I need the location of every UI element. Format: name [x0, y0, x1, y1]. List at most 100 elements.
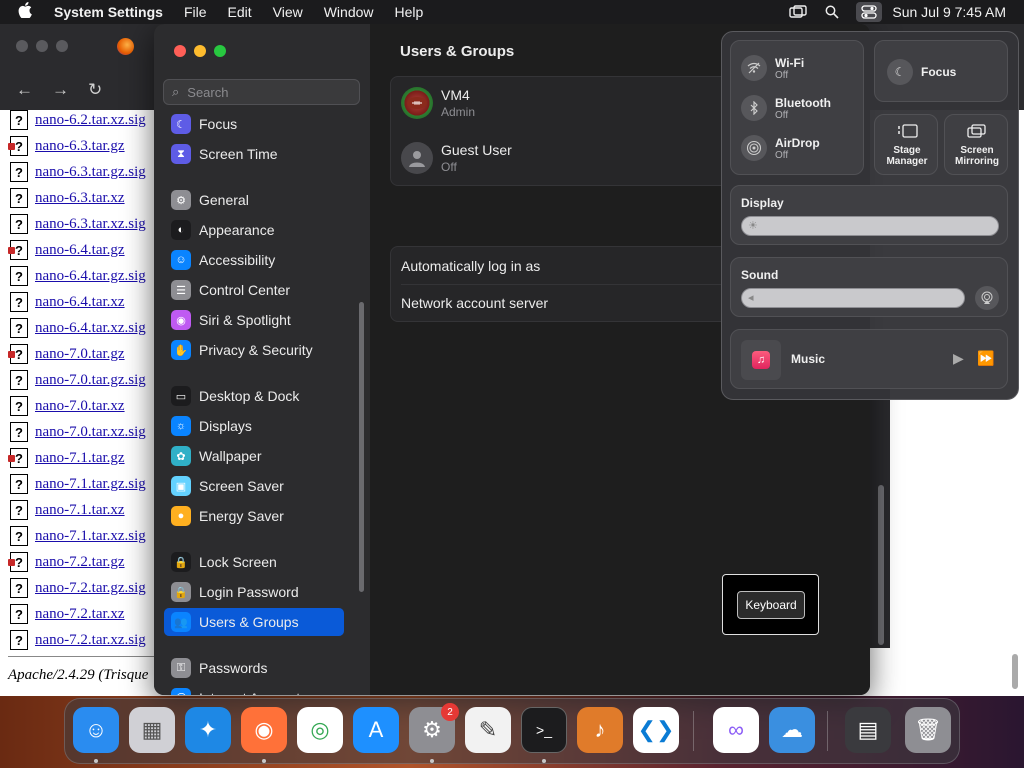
- music-app-icon[interactable]: ♫: [741, 340, 781, 380]
- file-link[interactable]: nano-6.3.tar.xz: [35, 190, 125, 207]
- background-window-scrollbar[interactable]: [878, 485, 884, 645]
- file-link[interactable]: nano-7.2.tar.gz: [35, 554, 125, 571]
- file-link[interactable]: nano-7.1.tar.xz: [35, 502, 125, 519]
- menu-edit[interactable]: Edit: [228, 4, 252, 20]
- window-minimize-button[interactable]: [194, 45, 206, 57]
- sidebar-item-energy-saver[interactable]: ● Energy Saver: [164, 502, 344, 530]
- finder-icon[interactable]: ☺: [73, 707, 119, 753]
- user-row-vm4[interactable]: VM4 Admin: [401, 87, 475, 119]
- screen-mirroring-menu-icon[interactable]: [788, 4, 808, 20]
- chrome-icon[interactable]: ◎: [297, 707, 343, 753]
- window-zoom-button[interactable]: [214, 45, 226, 57]
- browser-minimize-button[interactable]: [36, 40, 48, 52]
- sidebar-item-users-groups[interactable]: 👥 Users & Groups: [164, 608, 344, 636]
- visual-studio-icon[interactable]: ∞: [713, 707, 759, 753]
- bluetooth-toggle[interactable]: Bluetooth Off: [741, 95, 831, 121]
- sidebar-item-passwords[interactable]: ⚿ Passwords: [164, 654, 344, 682]
- file-link[interactable]: nano-6.4.tar.gz: [35, 242, 125, 259]
- sidebar-item-desktop-dock[interactable]: ▭ Desktop & Dock: [164, 382, 344, 410]
- browser-close-button[interactable]: [16, 40, 28, 52]
- control-center-menu-icon[interactable]: [856, 2, 883, 22]
- focus-toggle[interactable]: ☾ Focus: [874, 40, 1008, 102]
- sidebar-item-wallpaper[interactable]: ✿ Wallpaper: [164, 442, 344, 470]
- display-brightness-slider[interactable]: ☀: [741, 216, 999, 236]
- file-link[interactable]: nano-7.2.tar.xz: [35, 606, 125, 623]
- network-account-server-row[interactable]: Network account server: [401, 295, 548, 311]
- stage-manager-button[interactable]: Stage Manager: [874, 114, 938, 175]
- sidebar-item-accessibility[interactable]: ☺ Accessibility: [164, 246, 344, 274]
- system-settings-icon[interactable]: ⚙ 2: [409, 703, 459, 753]
- airdrop-toggle[interactable]: AirDrop Off: [741, 135, 820, 161]
- auto-login-row[interactable]: Automatically log in as: [401, 258, 540, 274]
- textedit-icon[interactable]: ✎: [465, 707, 511, 753]
- file-link[interactable]: nano-7.1.tar.gz.sig: [35, 476, 146, 493]
- file-link[interactable]: nano-6.4.tar.gz.sig: [35, 268, 146, 285]
- sidebar-item-label: Displays: [199, 418, 252, 434]
- file-link[interactable]: nano-6.3.tar.gz: [35, 138, 125, 155]
- sidebar-item-siri-spotlight[interactable]: ◉ Siri & Spotlight: [164, 306, 344, 334]
- menu-app-name[interactable]: System Settings: [54, 4, 163, 20]
- browser-scrollbar[interactable]: [1012, 654, 1018, 689]
- trash-icon[interactable]: 🗑: [905, 707, 951, 753]
- sidebar-item-screen-saver[interactable]: ▣ Screen Saver: [164, 472, 344, 500]
- menu-view[interactable]: View: [273, 4, 303, 20]
- wifi-toggle[interactable]: Wi-Fi Off: [741, 55, 804, 81]
- user-row-guest[interactable]: Guest User Off: [401, 142, 512, 174]
- vscode-icon[interactable]: ❮❯: [633, 707, 679, 753]
- sidebar-item-internet-accounts[interactable]: @ Internet Accounts: [164, 684, 344, 695]
- terminal-icon[interactable]: >_: [521, 707, 567, 753]
- menu-clock[interactable]: Sun Jul 9 7:45 AM: [892, 4, 1006, 20]
- file-link[interactable]: nano-7.0.tar.xz.sig: [35, 424, 146, 441]
- garageband-icon[interactable]: ♪: [577, 707, 623, 753]
- forward-arrow-icon[interactable]: →: [52, 80, 69, 100]
- sidebar-item-control-center[interactable]: ☰ Control Center: [164, 276, 344, 304]
- fast-forward-icon[interactable]: ⏩: [977, 350, 994, 367]
- file-link[interactable]: nano-7.1.tar.gz: [35, 450, 125, 467]
- file-link[interactable]: nano-6.4.tar.xz: [35, 294, 125, 311]
- browser-zoom-button[interactable]: [56, 40, 68, 52]
- screen-mirroring-button[interactable]: Screen Mirroring: [944, 114, 1008, 175]
- firefox-icon[interactable]: ◉: [241, 707, 287, 753]
- file-link[interactable]: nano-7.1.tar.xz.sig: [35, 528, 146, 545]
- keyboard-button[interactable]: Keyboard: [737, 591, 805, 619]
- file-link[interactable]: nano-7.2.tar.gz.sig: [35, 580, 146, 597]
- file-link[interactable]: nano-6.4.tar.xz.sig: [35, 320, 146, 337]
- sidebar-item-screen-time[interactable]: ⧗ Screen Time: [164, 140, 344, 168]
- spotlight-search-icon[interactable]: [822, 4, 842, 20]
- lock-icon: 🔒: [171, 552, 191, 572]
- window-close-button[interactable]: [174, 45, 186, 57]
- back-arrow-icon[interactable]: ←: [16, 80, 33, 100]
- downloads-stack-icon[interactable]: ▤: [845, 707, 891, 753]
- sidebar-item-displays[interactable]: ☼ Displays: [164, 412, 344, 440]
- app-store-icon[interactable]: A: [353, 707, 399, 753]
- file-link[interactable]: nano-6.3.tar.xz.sig: [35, 216, 146, 233]
- volume-slider[interactable]: ◂: [741, 288, 965, 308]
- airplay-audio-icon[interactable]: [975, 286, 999, 310]
- play-icon[interactable]: ▶: [953, 350, 964, 367]
- file-link[interactable]: nano-7.2.tar.xz.sig: [35, 632, 146, 649]
- firefox-tab-icon[interactable]: [117, 38, 134, 55]
- sidebar-scrollbar[interactable]: [359, 302, 364, 592]
- menu-help[interactable]: Help: [395, 4, 424, 20]
- sidebar-item-appearance[interactable]: ◐ Appearance: [164, 216, 344, 244]
- file-link[interactable]: nano-7.0.tar.gz: [35, 346, 125, 363]
- menu-file[interactable]: File: [184, 4, 207, 20]
- sidebar-item-login-password[interactable]: 🔒 Login Password: [164, 578, 344, 606]
- menu-window[interactable]: Window: [324, 4, 374, 20]
- sidebar-item-label: Screen Saver: [199, 478, 284, 494]
- sidebar-item-general[interactable]: ⚙ General: [164, 186, 344, 214]
- sidebar-item-focus[interactable]: ☾ Focus: [164, 110, 344, 138]
- file-row: ? nano-7.0.tar.gz.sig: [10, 367, 146, 393]
- file-link[interactable]: nano-7.0.tar.gz.sig: [35, 372, 146, 389]
- launchpad-icon[interactable]: ▦: [129, 707, 175, 753]
- weather-icon[interactable]: ☁: [769, 707, 815, 753]
- file-link[interactable]: nano-6.3.tar.gz.sig: [35, 164, 146, 181]
- settings-search-input[interactable]: ⌕ Search: [163, 79, 360, 105]
- sidebar-item-lock-screen[interactable]: 🔒 Lock Screen: [164, 548, 344, 576]
- file-link[interactable]: nano-7.0.tar.xz: [35, 398, 125, 415]
- sidebar-item-privacy-security[interactable]: ✋ Privacy & Security: [164, 336, 344, 364]
- safari-icon[interactable]: ✦: [185, 707, 231, 753]
- apple-menu-icon[interactable]: [18, 2, 40, 22]
- file-link[interactable]: nano-6.2.tar.xz.sig: [35, 112, 146, 129]
- reload-icon[interactable]: ↻: [88, 80, 102, 100]
